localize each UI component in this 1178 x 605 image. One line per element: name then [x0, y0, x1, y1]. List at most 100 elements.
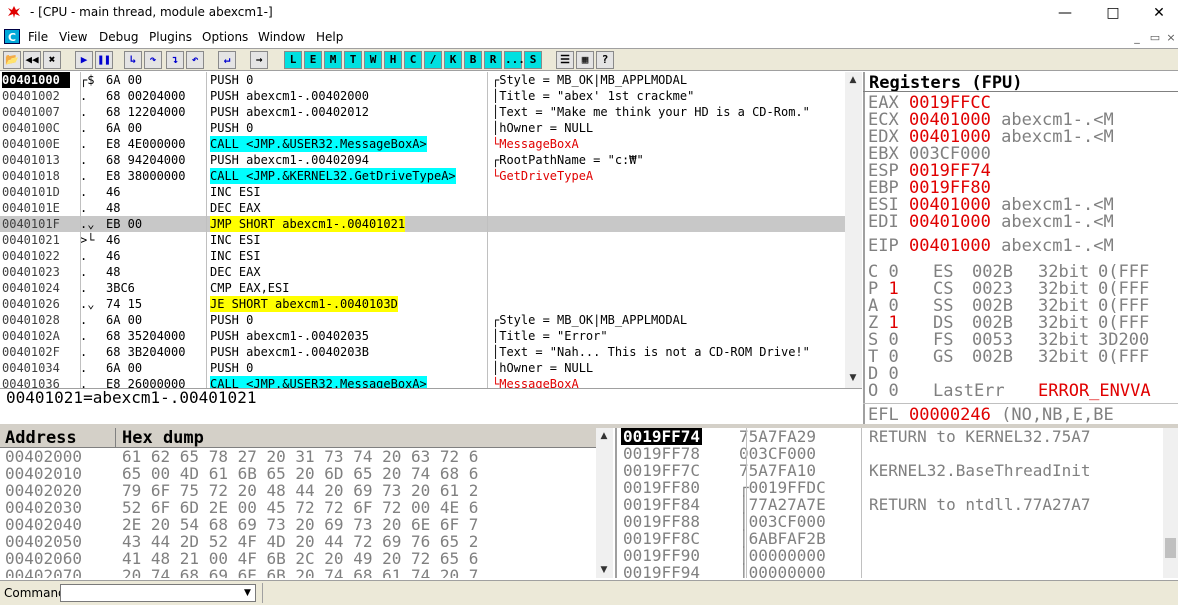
disasm-row[interactable]: 00401018. E8 38000000 CALL <JMP.&KERNEL32.…: [0, 168, 860, 184]
disasm-row[interactable]: 0040101D. 46 INC ESI: [0, 184, 860, 200]
stack-address: 0019FF88: [623, 512, 701, 531]
threads-window-button[interactable]: T: [344, 51, 362, 69]
menu-help[interactable]: Help: [316, 30, 343, 44]
info-pane: 00401021=abexcm1-.00401021: [0, 388, 862, 424]
disasm-row[interactable]: 00401007. 68 12204000 PUSH abexcm1-.004020…: [0, 104, 860, 120]
go-to-icon[interactable]: →: [250, 51, 268, 69]
scroll-down-icon[interactable]: ▼: [845, 370, 861, 386]
disasm-row[interactable]: 0040102F. 68 3B204000 PUSH abexcm1-.004020…: [0, 344, 860, 360]
dump-scrollbar[interactable]: ▲ ▼: [596, 428, 613, 578]
dump-row[interactable]: 00402010 65 00 4D 61 6B 65 20 6D 65 20 74…: [5, 465, 595, 482]
dump-row[interactable]: 00402060 41 48 21 00 4F 6B 2C 20 49 20 72…: [5, 550, 595, 567]
pause-icon[interactable]: ❚❚: [95, 51, 113, 69]
window-title: - [CPU - main thread, module abexcm1-]: [30, 5, 273, 19]
memory-window-button[interactable]: M: [324, 51, 342, 69]
cpu-window-button[interactable]: C: [404, 51, 422, 69]
dump-row[interactable]: 00402050 43 44 2D 52 4F 4D 20 44 72 69 76…: [5, 533, 595, 550]
disasm-row[interactable]: 00401002. 68 00204000 PUSH abexcm1-.004020…: [0, 88, 860, 104]
column-divider: [487, 72, 488, 388]
close-file-icon[interactable]: ✖: [43, 51, 61, 69]
disasm-row[interactable]: 0040101E. 48 DEC EAX: [0, 200, 860, 216]
menu-view[interactable]: View: [59, 30, 87, 44]
disasm-row[interactable]: 00401034. 6A 00 PUSH 0 │hOwner = NULL: [0, 360, 860, 376]
disasm-address: 0040101F: [2, 217, 60, 231]
command-input[interactable]: [60, 584, 256, 602]
call-stack-window-button[interactable]: K: [444, 51, 462, 69]
disassembly-pane[interactable]: 00401000 ┌$ 6A 00 PUSH 0 ┌Style = MB_OK|MB_A…: [0, 72, 862, 388]
disasm-hex: E8 38000000: [106, 169, 186, 183]
step-over-icon[interactable]: ↷: [144, 51, 162, 69]
disasm-row[interactable]: 00401013. 68 94204000 PUSH abexcm1-.004020…: [0, 152, 860, 168]
disasm-row[interactable]: 00401021 >└ 46 INC ESI: [0, 232, 860, 248]
disasm-address: 00401036: [2, 377, 60, 388]
list-icon[interactable]: ☰: [556, 51, 574, 69]
menu-file[interactable]: File: [28, 30, 48, 44]
windows-window-button[interactable]: W: [364, 51, 382, 69]
mdi-minimize-icon[interactable]: _: [1128, 31, 1146, 45]
handles-window-button[interactable]: H: [384, 51, 402, 69]
disasm-comment: │Text = "Make me think your HD is a CD-R…: [492, 105, 810, 119]
trace-into-icon[interactable]: ↴: [166, 51, 184, 69]
help-icon[interactable]: ?: [596, 51, 614, 69]
disasm-row[interactable]: 0040100E. E8 4E000000 CALL <JMP.&USER32.Me…: [0, 136, 860, 152]
dump-address-header[interactable]: Address: [5, 428, 77, 448]
disasm-row[interactable]: 00401000 ┌$ 6A 00 PUSH 0 ┌Style = MB_OK|MB_A…: [0, 72, 860, 88]
disasm-row[interactable]: 00401036. E8 26000000 CALL <JMP.&USER32.Me…: [0, 376, 860, 388]
dump-row[interactable]: 00402040 2E 20 54 68 69 73 20 69 73 20 6E…: [5, 516, 595, 533]
modules-window-button[interactable]: E: [304, 51, 322, 69]
disasm-row[interactable]: 00401023. 48 DEC EAX: [0, 264, 860, 280]
scroll-thumb[interactable]: [1165, 538, 1176, 558]
scroll-up-icon[interactable]: ▲: [596, 428, 612, 444]
stack-address: 0019FF90: [623, 546, 701, 565]
disasm-row[interactable]: 0040102A. 68 35204000 PUSH abexcm1-.004020…: [0, 328, 860, 344]
log-window-button[interactable]: L: [284, 51, 302, 69]
scroll-down-icon[interactable]: ▼: [596, 562, 612, 578]
disasm-row[interactable]: 00401028. 6A 00 PUSH 0 ┌Style = MB_OK|MB_AP…: [0, 312, 860, 328]
register-edi[interactable]: EDI 00401000 abexcm1-.<M: [868, 214, 1114, 231]
command-dropdown-icon[interactable]: ▼: [240, 585, 255, 601]
disasm-row[interactable]: 0040100C. 6A 00 PUSH 0 │hOwner = NULL: [0, 120, 860, 136]
references-window-button[interactable]: R: [484, 51, 502, 69]
execute-till-return-icon[interactable]: ↵: [218, 51, 236, 69]
dump-row[interactable]: 00402030 52 6F 6D 2E 00 45 72 72 6F 72 00…: [5, 499, 595, 516]
run-trace-window-button[interactable]: ...: [504, 51, 525, 69]
menu-debug[interactable]: Debug: [99, 30, 138, 44]
trace-over-icon[interactable]: ↶: [186, 51, 204, 69]
step-into-icon[interactable]: ↳: [124, 51, 142, 69]
run-icon[interactable]: ▶: [75, 51, 93, 69]
disasm-hex: 68 35204000: [106, 329, 186, 343]
close-icon[interactable]: ✕: [1136, 0, 1178, 26]
disassembly-scrollbar[interactable]: ▲ ▼: [845, 72, 862, 388]
disasm-row[interactable]: 00401024. 3BC6 CMP EAX,ESI: [0, 280, 860, 296]
disasm-row[interactable]: 00401026 .⌄ 74 15 JE SHORT abexcm1-.0040103…: [0, 296, 860, 312]
hex-dump-pane[interactable]: Address Hex dump 00402000 61 62 65 78 27 …: [0, 428, 613, 578]
command-bar: Command : ▼: [0, 580, 1178, 605]
open-icon[interactable]: 📂: [3, 51, 21, 69]
breakpoints-window-button[interactable]: B: [464, 51, 482, 69]
minimize-icon[interactable]: —: [1042, 0, 1088, 26]
scroll-up-icon[interactable]: ▲: [845, 72, 861, 88]
stack-scrollbar[interactable]: [1163, 428, 1178, 578]
menu-options[interactable]: Options: [202, 30, 248, 44]
dump-row[interactable]: 00402020 79 6F 75 72 20 48 44 20 69 73 20…: [5, 482, 595, 499]
restart-icon[interactable]: ◀◀: [23, 51, 41, 69]
mdi-close-icon[interactable]: ×: [1162, 31, 1178, 45]
dump-row[interactable]: 00402000 61 62 65 78 27 20 31 73 74 20 63…: [5, 448, 595, 465]
patches-window-button[interactable]: /: [424, 51, 442, 69]
disasm-row[interactable]: 00401022. 46 INC ESI: [0, 248, 860, 264]
menu-plugins[interactable]: Plugins: [149, 30, 192, 44]
flag-row[interactable]: O 0 LastErr ERROR_ENVVA: [868, 383, 1151, 400]
stack-pane[interactable]: 0019FF74 75A7FA29 RETURN to KERNEL32.75A7 0…: [615, 428, 1178, 578]
dump-hex-header[interactable]: Hex dump: [122, 428, 204, 448]
appearance-icon[interactable]: ▦: [576, 51, 594, 69]
disasm-instruction: INC ESI: [210, 233, 261, 247]
maximize-icon[interactable]: □: [1090, 0, 1136, 26]
register-eip[interactable]: EIP 00401000 abexcm1-.<M: [868, 238, 1114, 255]
source-window-button[interactable]: S: [524, 51, 542, 69]
dump-row[interactable]: 00402070 20 74 68 69 6E 6B 20 74 68 61 74…: [5, 567, 595, 578]
dump-header: Address Hex dump: [0, 428, 613, 448]
disasm-row[interactable]: 0040101F .⌄ EB 00 JMP SHORT abexcm1-.004010…: [0, 216, 860, 232]
efl-line[interactable]: EFL 00000246 (NO,NB,E,BE: [868, 407, 1114, 424]
disasm-hex: 68 00204000: [106, 89, 186, 103]
menu-window[interactable]: Window: [258, 30, 305, 44]
